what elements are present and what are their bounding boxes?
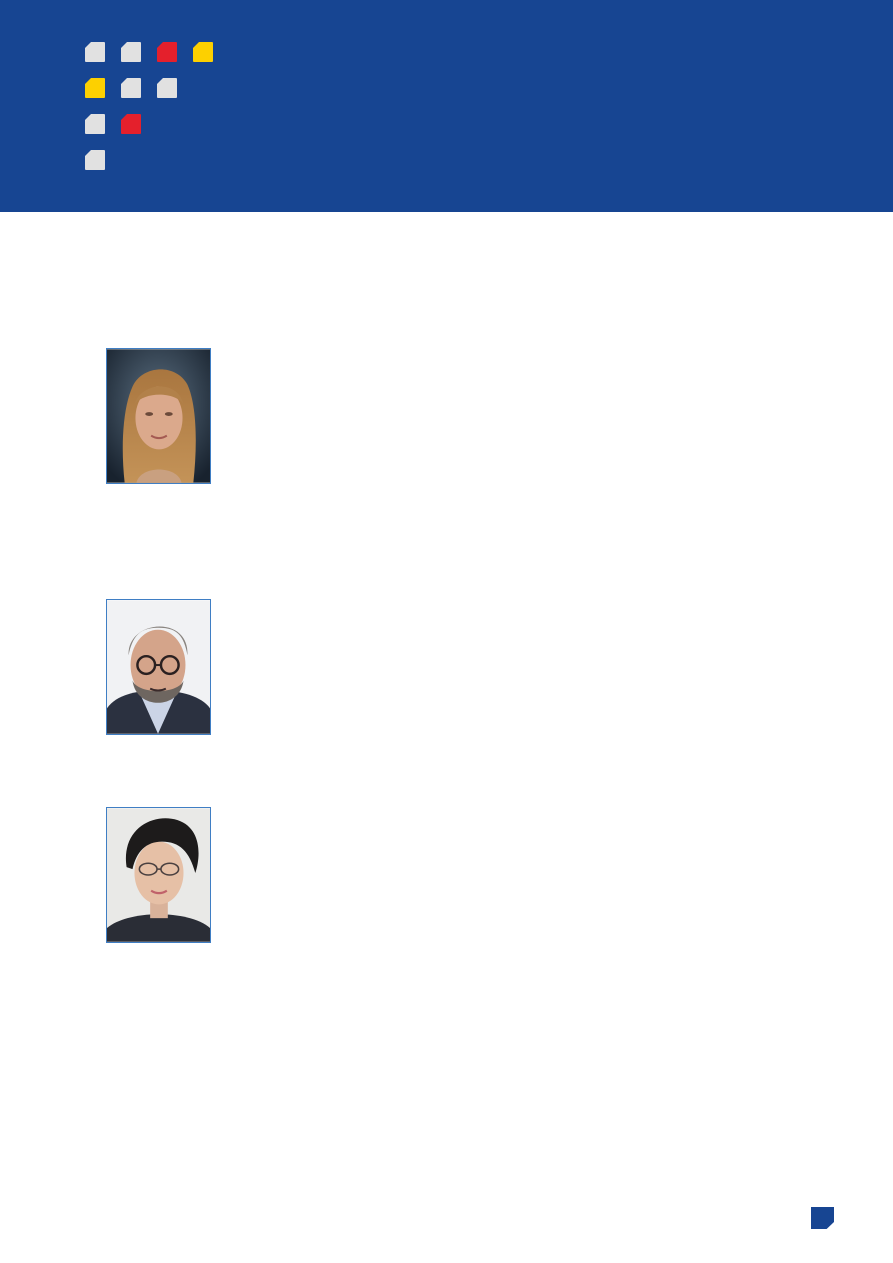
grey-tile-icon: [85, 42, 105, 62]
grey-tile-icon: [157, 78, 177, 98]
grey-tile-icon: [85, 150, 105, 170]
woman-glasses-portrait-icon: [107, 808, 210, 942]
portrait-photo-3: [106, 807, 211, 943]
yellow-tile-icon: [193, 42, 213, 62]
man-glasses-portrait-icon: [107, 600, 210, 734]
header-band: [0, 0, 893, 212]
woman-blonde-portrait-icon: [107, 349, 210, 483]
yellow-tile-icon: [85, 78, 105, 98]
grey-tile-icon: [121, 78, 141, 98]
grey-tile-icon: [85, 114, 105, 134]
portrait-photo-1: [106, 348, 211, 484]
red-tile-icon: [121, 114, 141, 134]
portrait-photo-2: [106, 599, 211, 735]
grey-tile-icon: [121, 42, 141, 62]
page-corner-mark-icon: [811, 1207, 834, 1229]
red-tile-icon: [157, 42, 177, 62]
